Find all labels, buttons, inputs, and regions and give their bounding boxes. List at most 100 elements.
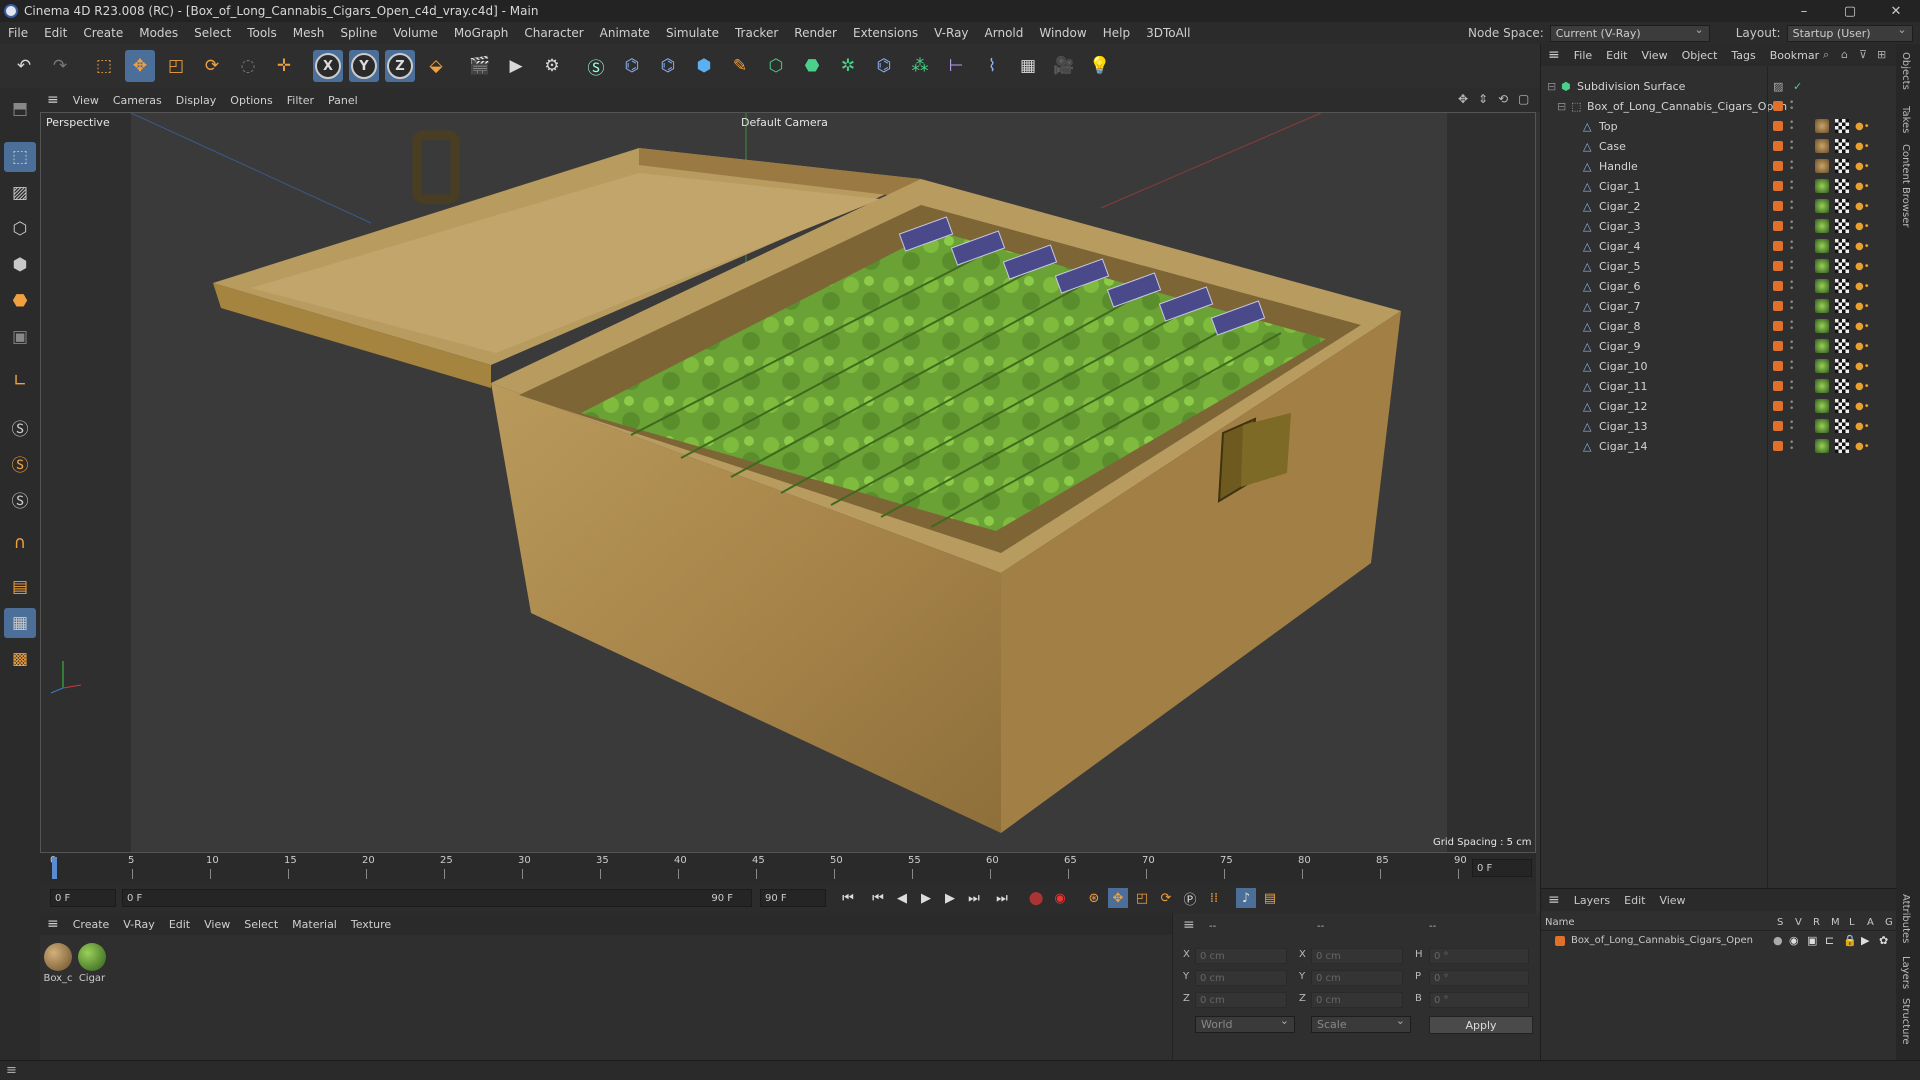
object-row-child[interactable]: △ Cigar_14 • • ●•	[1541, 436, 1897, 456]
side-tab-layers[interactable]: Layers	[1900, 956, 1911, 989]
menu-mesh[interactable]: Mesh	[285, 26, 333, 40]
workplane-icon[interactable]: ▤	[4, 572, 36, 602]
viewport-menu-display[interactable]: Display	[169, 94, 224, 107]
material-menu-view[interactable]: View	[197, 918, 237, 931]
visibility-dots[interactable]: • •	[1789, 399, 1794, 414]
z-axis-toggle[interactable]: Z	[385, 50, 415, 82]
object-row-child[interactable]: △ Case • • ●•	[1541, 136, 1897, 156]
side-tab-content-browser[interactable]: Content Browser	[1900, 144, 1911, 227]
edit-check-icon[interactable]: ▨	[1773, 80, 1783, 93]
layer-color-chip[interactable]	[1773, 161, 1783, 171]
viewport-maximize-icon[interactable]: ▢	[1518, 92, 1529, 106]
cube-primitive-icon[interactable]: ⬢	[689, 50, 719, 82]
film-icon[interactable]: ▤	[1260, 888, 1280, 908]
side-tab-takes[interactable]: Takes	[1900, 106, 1911, 133]
layer-color-chip[interactable]	[1773, 341, 1783, 351]
locked-workplane-icon[interactable]: ▩	[4, 644, 36, 674]
menu-create[interactable]: Create	[75, 26, 131, 40]
object-row-group[interactable]: ⊟ ⬚ Box_of_Long_Cannabis_Cigars_Open • •	[1541, 96, 1897, 116]
phong-tag-icon[interactable]: ●•	[1855, 241, 1870, 252]
preview-range-slider[interactable]: 0 F 90 F	[122, 889, 752, 907]
material-tag-icon[interactable]	[1815, 379, 1829, 393]
texture-mode-icon[interactable]: ▨	[4, 178, 36, 208]
phong-tag-icon[interactable]: ●•	[1855, 301, 1870, 312]
apply-button[interactable]: Apply	[1429, 1016, 1533, 1034]
object-hamburger-icon[interactable]: ≡	[1541, 47, 1567, 63]
material-tag-icon[interactable]	[1815, 439, 1829, 453]
layer-color-chip[interactable]	[1773, 141, 1783, 151]
menu-file[interactable]: File	[0, 26, 36, 40]
points-mode-icon[interactable]: ⬡	[4, 214, 36, 244]
visibility-dots[interactable]: • •	[1789, 119, 1794, 134]
axis-mode-icon[interactable]: ∟	[4, 366, 36, 396]
close-button[interactable]: ✕	[1876, 0, 1916, 22]
material-cigar[interactable]: Cigar	[76, 943, 108, 984]
layer-color-chip[interactable]	[1773, 241, 1783, 251]
viewport-zoom-icon[interactable]: ⇕	[1478, 92, 1488, 106]
object-home-icon[interactable]: ⌂	[1841, 48, 1848, 61]
3d-viewport[interactable]: Perspective Default Camera Grid Spacing …	[40, 112, 1536, 853]
pos-y-field[interactable]: 0 cm	[1195, 970, 1287, 986]
phong-tag-icon[interactable]: ●•	[1855, 141, 1870, 152]
visibility-dots[interactable]: • •	[1789, 339, 1794, 354]
viewport-rotate-icon[interactable]: ⟲	[1498, 92, 1508, 106]
move-tool-icon[interactable]: ✥	[125, 50, 155, 82]
menu-3dtoall[interactable]: 3DToAll	[1138, 26, 1198, 40]
viewport-camera-label[interactable]: Default Camera	[741, 116, 828, 129]
menu-animate[interactable]: Animate	[592, 26, 658, 40]
polygons-mode-icon[interactable]: ⬣	[4, 286, 36, 316]
object-search-icon[interactable]: ⌕	[1823, 48, 1829, 62]
start-frame-field[interactable]: 0 F	[50, 889, 116, 907]
object-row-child[interactable]: △ Cigar_11 • • ●•	[1541, 376, 1897, 396]
size-z-field[interactable]: 0 cm	[1311, 992, 1403, 1008]
menu-tools[interactable]: Tools	[239, 26, 285, 40]
material-tag-icon[interactable]	[1815, 199, 1829, 213]
material-tag-icon[interactable]	[1815, 219, 1829, 233]
snap-icon[interactable]: Ⓢ	[4, 412, 36, 442]
material-tag-icon[interactable]	[1815, 419, 1829, 433]
material-menu-edit[interactable]: Edit	[162, 918, 197, 931]
uvw-tag-icon[interactable]	[1835, 379, 1849, 393]
uvw-tag-icon[interactable]	[1835, 259, 1849, 273]
object-filter-icon[interactable]: ⊽	[1859, 48, 1867, 61]
record-keys-icon[interactable]: ⬤	[1026, 888, 1046, 908]
menu-arnold[interactable]: Arnold	[977, 26, 1032, 40]
uvw-tag-icon[interactable]	[1835, 279, 1849, 293]
side-tab-structure[interactable]: Structure	[1900, 998, 1911, 1045]
viewport-menu-options[interactable]: Options	[223, 94, 279, 107]
layer-lock-icon[interactable]: 🔒	[1843, 934, 1857, 947]
object-row-child[interactable]: △ Cigar_5 • • ●•	[1541, 256, 1897, 276]
object-row-child[interactable]: △ Cigar_7 • • ●•	[1541, 296, 1897, 316]
menu-volume[interactable]: Volume	[385, 26, 446, 40]
hair-icon[interactable]: ⌇	[977, 50, 1007, 82]
layer-row[interactable]: Box_of_Long_Cannabis_Cigars_Open ● ◉ ▣ ⊏…	[1541, 933, 1897, 951]
uvw-tag-icon[interactable]	[1835, 299, 1849, 313]
layer-color-chip[interactable]	[1773, 401, 1783, 411]
collapse-icon[interactable]: ⊟	[1547, 80, 1556, 93]
scale-mode-dropdown[interactable]: Scale	[1311, 1014, 1411, 1033]
rot-b-field[interactable]: 0 °	[1429, 992, 1529, 1008]
material-menu-select[interactable]: Select	[237, 918, 285, 931]
live-select-icon[interactable]: ⬚	[89, 50, 119, 82]
visibility-dots[interactable]: • •	[1789, 359, 1794, 374]
layer-manager-icon[interactable]: ⊏	[1825, 934, 1834, 947]
menu-render[interactable]: Render	[786, 26, 845, 40]
menu-edit[interactable]: Edit	[36, 26, 75, 40]
menu-character[interactable]: Character	[516, 26, 591, 40]
object-row-child[interactable]: △ Cigar_8 • • ●•	[1541, 316, 1897, 336]
visibility-dots[interactable]: • •	[1789, 219, 1794, 234]
layer-color-chip[interactable]	[1773, 361, 1783, 371]
step-forward-icon[interactable]: ▶	[940, 888, 960, 908]
phong-tag-icon[interactable]: ●•	[1855, 161, 1870, 172]
current-frame-field[interactable]: 0 F	[1472, 859, 1532, 877]
x-axis-toggle[interactable]: X	[313, 50, 343, 82]
object-row-child[interactable]: △ Cigar_12 • • ●•	[1541, 396, 1897, 416]
phong-tag-icon[interactable]: ●•	[1855, 361, 1870, 372]
layer-color-chip[interactable]	[1773, 221, 1783, 231]
undo-icon[interactable]: ↶	[9, 50, 39, 82]
object-row-child[interactable]: △ Cigar_10 • • ●•	[1541, 356, 1897, 376]
phong-tag-icon[interactable]: ●•	[1855, 401, 1870, 412]
layer-color-chip[interactable]	[1773, 261, 1783, 271]
object-menu-object[interactable]: Object	[1675, 49, 1725, 62]
uvw-tag-icon[interactable]	[1835, 319, 1849, 333]
